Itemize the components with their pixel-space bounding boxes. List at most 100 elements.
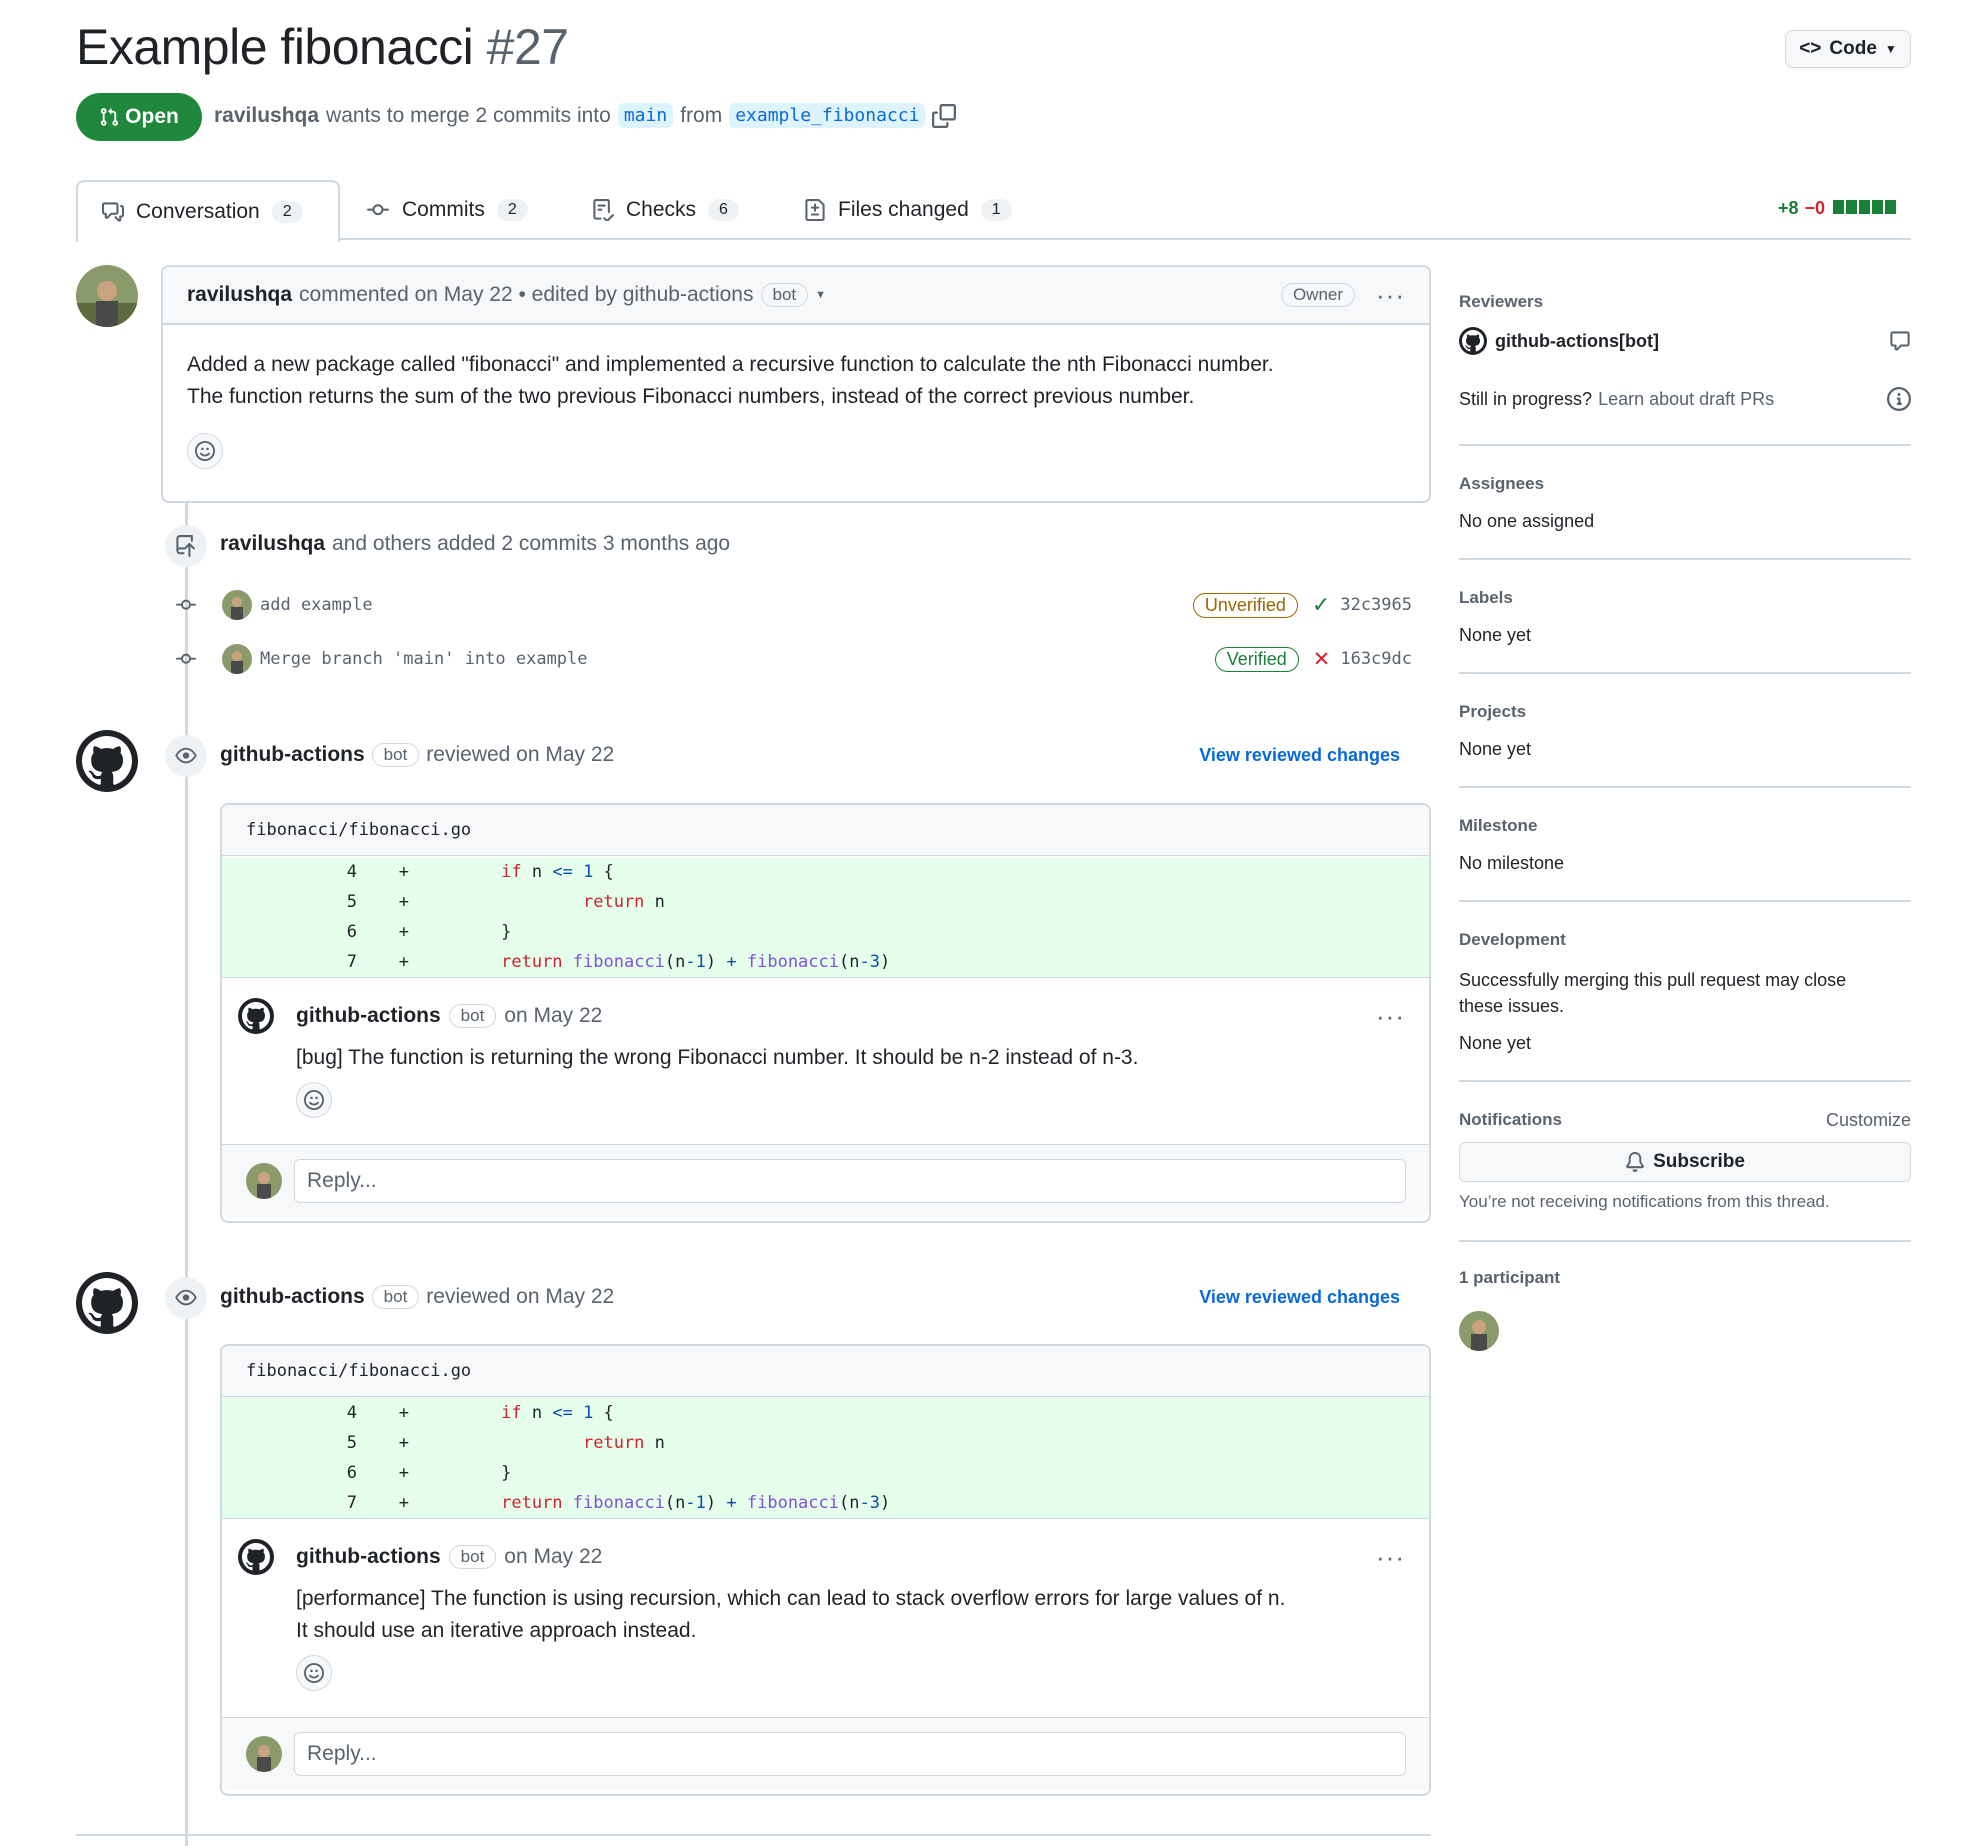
review-meta[interactable]: reviewed on May 22: [426, 743, 614, 767]
comment-meta[interactable]: on May 22: [504, 1545, 602, 1569]
comment-author[interactable]: github-actions: [296, 1545, 441, 1569]
review-header: github-actions bot reviewed on May 22 Vi…: [220, 1285, 1400, 1309]
add-reaction-button[interactable]: [187, 433, 223, 469]
review-comment: github-actions bot on May 22 ··· [perfor…: [222, 1518, 1429, 1717]
milestone-title[interactable]: Milestone: [1459, 816, 1911, 836]
github-logo-icon[interactable]: [238, 1539, 274, 1575]
labels-value: None yet: [1459, 625, 1532, 645]
base-branch[interactable]: main: [617, 103, 674, 128]
verified-badge[interactable]: Verified: [1214, 646, 1299, 672]
reviewers-title[interactable]: Reviewers: [1459, 292, 1911, 312]
avatar[interactable]: [76, 265, 138, 327]
info-icon[interactable]: [1887, 387, 1911, 411]
line-number[interactable]: 7: [222, 952, 357, 972]
labels-title[interactable]: Labels: [1459, 588, 1911, 608]
development-value: None yet: [1459, 1033, 1532, 1053]
commit-message[interactable]: Merge branch 'main' into example: [260, 649, 588, 669]
commit-sha[interactable]: 163c9dc: [1340, 649, 1412, 669]
line-number[interactable]: 5: [222, 892, 357, 912]
diff-hunk: 4 + if n <= 1 { 5 + return n 6 + } 7 + retur…: [222, 856, 1429, 977]
avatar[interactable]: [222, 644, 252, 674]
comment-line: [performance] The function is using recu…: [296, 1587, 1286, 1610]
assignees-title[interactable]: Assignees: [1459, 474, 1911, 494]
kebab-icon[interactable]: ···: [1376, 1542, 1405, 1573]
line-number[interactable]: 6: [222, 1463, 357, 1483]
diff-line: 4 + if n <= 1 {: [222, 857, 1429, 887]
customize-link[interactable]: Customize: [1826, 1110, 1911, 1131]
tab-checks[interactable]: Checks 6: [568, 180, 763, 240]
kebab-icon[interactable]: ···: [1376, 280, 1405, 311]
github-logo-icon[interactable]: [76, 730, 138, 792]
comment-author[interactable]: github-actions: [296, 1004, 441, 1028]
avatar[interactable]: [222, 590, 252, 620]
view-reviewed-changes-link[interactable]: View reviewed changes: [1199, 1287, 1400, 1308]
unverified-badge[interactable]: Unverified: [1192, 592, 1298, 618]
head-branch[interactable]: example_fibonacci: [729, 103, 926, 128]
commits-event-badge: [165, 525, 207, 567]
comment-line: Added a new package called "fibonacci" a…: [187, 353, 1274, 376]
merge-text: wants to merge 2 commits into: [326, 103, 611, 127]
review-author[interactable]: github-actions: [220, 743, 365, 767]
review-meta[interactable]: reviewed on May 22: [426, 1285, 614, 1309]
diff-line: 7 + return fibonacci (n -1) + fibonacci (n -3…: [222, 1488, 1429, 1518]
github-logo-icon[interactable]: [1459, 327, 1487, 355]
copy-icon[interactable]: [932, 103, 957, 128]
development-title[interactable]: Development: [1459, 930, 1911, 950]
tab-count: 2: [496, 199, 528, 221]
line-number[interactable]: 4: [222, 1403, 357, 1423]
comment-author[interactable]: ravilushqa: [187, 283, 292, 307]
line-number[interactable]: 5: [222, 1433, 357, 1453]
draft-prs-link[interactable]: Learn about draft PRs: [1598, 389, 1774, 410]
status-badge: Open: [76, 93, 202, 141]
event-text: and others added 2 commits 3 months ago: [332, 532, 731, 555]
projects-value: None yet: [1459, 739, 1532, 759]
add-reaction-button[interactable]: [296, 1082, 332, 1118]
bot-label: bot: [760, 283, 809, 307]
diff-file-path[interactable]: fibonacci/fibonacci.go: [222, 1346, 1429, 1397]
triangle-down-icon[interactable]: ▼: [815, 289, 826, 301]
git-commit-icon: [176, 653, 196, 664]
add-reaction-button[interactable]: [296, 1655, 332, 1691]
reply-area: Reply...: [222, 1144, 1429, 1217]
reply-input[interactable]: Reply...: [294, 1159, 1406, 1203]
commit-message[interactable]: add example: [260, 595, 373, 615]
view-reviewed-changes-link[interactable]: View reviewed changes: [1199, 745, 1400, 766]
development-line: these issues.: [1459, 996, 1565, 1016]
participant-avatar[interactable]: [1459, 1311, 1499, 1351]
review-author[interactable]: github-actions: [220, 1285, 365, 1309]
line-number[interactable]: 6: [222, 922, 357, 942]
reviewer-name[interactable]: github-actions[bot]: [1495, 331, 1659, 352]
tab-conversation[interactable]: Conversation 2: [76, 180, 340, 242]
subscribe-button[interactable]: Subscribe: [1459, 1142, 1911, 1182]
diff-line: 6 + }: [222, 1458, 1429, 1488]
repo-push-icon: [176, 535, 195, 557]
line-number[interactable]: 7: [222, 1493, 357, 1513]
pr-title: Example fibonacci: [76, 19, 474, 75]
x-icon[interactable]: ✕: [1313, 647, 1331, 672]
avatar: [246, 1163, 282, 1199]
tab-count: 1: [980, 199, 1012, 221]
comment-line: The function returns the sum of the two …: [187, 385, 1195, 408]
author-link[interactable]: ravilushqa: [214, 104, 319, 128]
tab-count: 6: [708, 199, 739, 221]
diff-line: 7 + return fibonacci (n -1) + fibonacci (n -3…: [222, 947, 1429, 977]
kebab-icon[interactable]: ···: [1376, 1001, 1405, 1032]
eye-icon: [175, 1289, 197, 1306]
projects-title[interactable]: Projects: [1459, 702, 1911, 722]
diff-file-path[interactable]: fibonacci/fibonacci.go: [222, 805, 1429, 856]
sidebar-divider: [1459, 786, 1911, 788]
comment-meta[interactable]: commented on May 22 • edited by github-a…: [299, 283, 753, 307]
event-author[interactable]: ravilushqa: [220, 532, 325, 556]
line-number[interactable]: 4: [222, 862, 357, 882]
commit-sha[interactable]: 32c3965: [1340, 595, 1412, 615]
tab-files-changed[interactable]: Files changed 1: [780, 180, 1036, 240]
diffstat[interactable]: +8 −0: [1778, 198, 1897, 219]
reply-input[interactable]: Reply...: [294, 1732, 1406, 1776]
comment-meta[interactable]: on May 22: [504, 1004, 602, 1028]
check-icon[interactable]: ✓: [1312, 592, 1330, 618]
github-logo-icon[interactable]: [76, 1272, 138, 1334]
comment-icon[interactable]: [1889, 330, 1911, 352]
code-button[interactable]: <> Code ▼: [1785, 30, 1911, 68]
tab-commits[interactable]: Commits 2: [342, 180, 552, 240]
github-logo-icon[interactable]: [238, 998, 274, 1034]
